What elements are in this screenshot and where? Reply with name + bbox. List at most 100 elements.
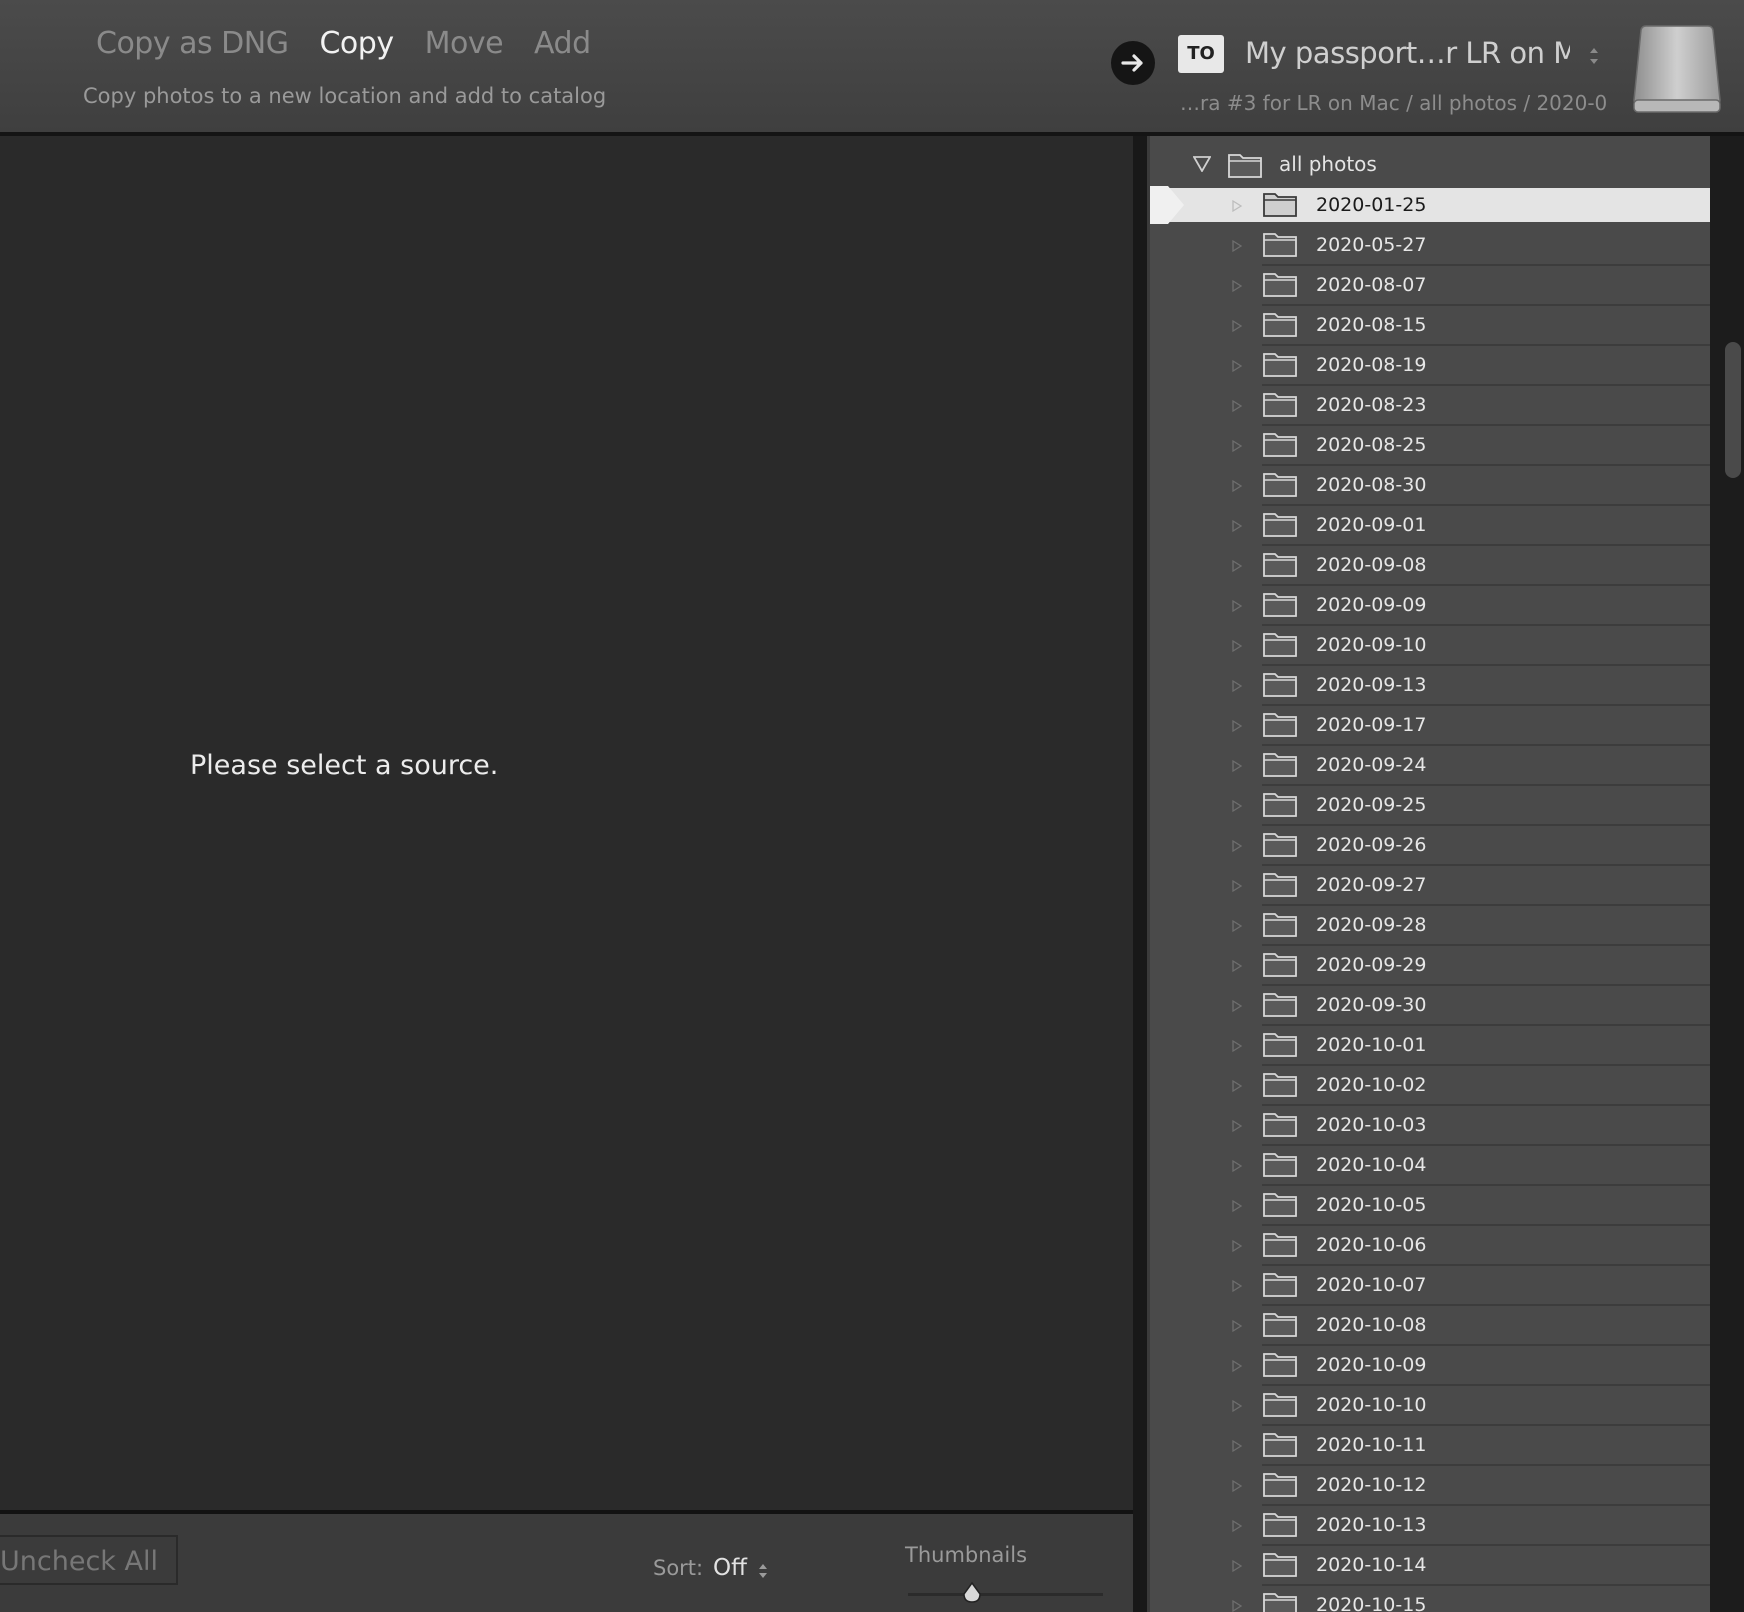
disclosure-triangle-closed-icon[interactable]	[1231, 1439, 1243, 1453]
folder-row[interactable]: 2020-09-25	[1150, 786, 1713, 826]
folder-row[interactable]: 2020-08-30	[1150, 466, 1713, 506]
thumbnail-size-slider[interactable]	[908, 1593, 1103, 1596]
folder-row[interactable]: 2020-09-28	[1150, 906, 1713, 946]
folder-row[interactable]: 2020-09-27	[1150, 866, 1713, 906]
folder-row[interactable]: 2020-10-05	[1150, 1186, 1713, 1226]
disclosure-triangle-closed-icon[interactable]	[1231, 559, 1243, 573]
disclosure-triangle-closed-icon[interactable]	[1231, 959, 1243, 973]
folder-panel-scrollbar[interactable]	[1710, 136, 1744, 1612]
disclosure-triangle-closed-icon[interactable]	[1231, 839, 1243, 853]
disclosure-triangle-closed-icon[interactable]	[1231, 1119, 1243, 1133]
mode-move[interactable]: Move	[425, 26, 504, 61]
folder-row[interactable]: 2020-09-17	[1150, 706, 1713, 746]
disclosure-triangle-closed-icon[interactable]	[1231, 399, 1243, 413]
mode-copy-as-dng[interactable]: Copy as DNG	[96, 26, 289, 61]
folder-row[interactable]: 2020-01-25	[1150, 186, 1713, 226]
folder-row[interactable]: 2020-09-10	[1150, 626, 1713, 666]
disclosure-triangle-closed-icon[interactable]	[1231, 279, 1243, 293]
external-drive-icon[interactable]	[1632, 22, 1722, 114]
folder-row[interactable]: 2020-10-02	[1150, 1066, 1713, 1106]
up-down-stepper-icon[interactable]	[1587, 44, 1601, 68]
folder-row[interactable]: 2020-05-27	[1150, 226, 1713, 266]
folder-label: 2020-10-04	[1316, 1154, 1427, 1176]
folder-label: 2020-08-19	[1316, 354, 1427, 376]
folder-row[interactable]: 2020-08-15	[1150, 306, 1713, 346]
up-down-stepper-icon[interactable]	[757, 1561, 769, 1581]
folder-row[interactable]: 2020-09-13	[1150, 666, 1713, 706]
uncheck-all-button[interactable]: Uncheck All	[0, 1535, 178, 1585]
mode-copy[interactable]: Copy	[319, 26, 394, 61]
disclosure-triangle-closed-icon[interactable]	[1231, 719, 1243, 733]
folder-root-all-photos[interactable]: all photos	[1150, 146, 1713, 186]
disclosure-triangle-closed-icon[interactable]	[1231, 999, 1243, 1013]
folder-icon	[1263, 1193, 1297, 1217]
disclosure-triangle-closed-icon[interactable]	[1231, 1599, 1243, 1612]
folder-row[interactable]: 2020-10-10	[1150, 1386, 1713, 1426]
disclosure-triangle-closed-icon[interactable]	[1231, 519, 1243, 533]
folder-row[interactable]: 2020-10-09	[1150, 1346, 1713, 1386]
disclosure-triangle-closed-icon[interactable]	[1231, 919, 1243, 933]
disclosure-triangle-closed-icon[interactable]	[1231, 1319, 1243, 1333]
disclosure-triangle-closed-icon[interactable]	[1231, 479, 1243, 493]
disclosure-triangle-closed-icon[interactable]	[1231, 199, 1243, 213]
slider-handle[interactable]	[962, 1581, 982, 1605]
disclosure-triangle-closed-icon[interactable]	[1231, 1399, 1243, 1413]
disclosure-triangle-closed-icon[interactable]	[1231, 439, 1243, 453]
folder-row[interactable]: 2020-08-07	[1150, 266, 1713, 306]
disclosure-triangle-closed-icon[interactable]	[1231, 1279, 1243, 1293]
folder-row[interactable]: 2020-08-19	[1150, 346, 1713, 386]
disclosure-triangle-closed-icon[interactable]	[1231, 239, 1243, 253]
folder-row[interactable]: 2020-10-12	[1150, 1466, 1713, 1506]
folder-row[interactable]: 2020-10-03	[1150, 1106, 1713, 1146]
folder-row[interactable]: 2020-10-15	[1150, 1586, 1713, 1612]
folder-row[interactable]: 2020-10-13	[1150, 1506, 1713, 1546]
disclosure-triangle-closed-icon[interactable]	[1231, 1559, 1243, 1573]
disclosure-triangle-closed-icon[interactable]	[1231, 799, 1243, 813]
folder-row[interactable]: 2020-10-06	[1150, 1226, 1713, 1266]
disclosure-triangle-closed-icon[interactable]	[1231, 1199, 1243, 1213]
folder-icon	[1263, 1033, 1297, 1057]
destination-selector[interactable]: My passport…r LR on Mac	[1245, 36, 1570, 70]
disclosure-triangle-closed-icon[interactable]	[1231, 1079, 1243, 1093]
disclosure-triangle-closed-icon[interactable]	[1231, 319, 1243, 333]
folder-row[interactable]: 2020-09-01	[1150, 506, 1713, 546]
disclosure-triangle-closed-icon[interactable]	[1231, 359, 1243, 373]
disclosure-triangle-closed-icon[interactable]	[1231, 759, 1243, 773]
folder-row[interactable]: 2020-10-11	[1150, 1426, 1713, 1466]
disclosure-triangle-closed-icon[interactable]	[1231, 879, 1243, 893]
disclosure-triangle-closed-icon[interactable]	[1231, 1039, 1243, 1053]
disclosure-triangle-closed-icon[interactable]	[1231, 1239, 1243, 1253]
folder-icon	[1263, 593, 1297, 617]
folder-row[interactable]: 2020-08-25	[1150, 426, 1713, 466]
import-mode-selector: Copy as DNG Copy Move Add	[96, 26, 591, 61]
folder-row[interactable]: 2020-09-30	[1150, 986, 1713, 1026]
folder-label: 2020-09-25	[1316, 794, 1427, 816]
disclosure-triangle-open-icon[interactable]	[1193, 156, 1211, 172]
disclosure-triangle-closed-icon[interactable]	[1231, 1159, 1243, 1173]
folder-icon	[1263, 793, 1297, 817]
folder-row[interactable]: 2020-09-09	[1150, 586, 1713, 626]
folder-row[interactable]: 2020-10-04	[1150, 1146, 1713, 1186]
folder-row[interactable]: 2020-09-29	[1150, 946, 1713, 986]
folder-row[interactable]: 2020-09-26	[1150, 826, 1713, 866]
folder-row[interactable]: 2020-08-23	[1150, 386, 1713, 426]
scrollbar-thumb[interactable]	[1725, 342, 1741, 478]
folder-row[interactable]: 2020-10-07	[1150, 1266, 1713, 1306]
disclosure-triangle-closed-icon[interactable]	[1231, 679, 1243, 693]
disclosure-triangle-closed-icon[interactable]	[1231, 1359, 1243, 1373]
disclosure-triangle-closed-icon[interactable]	[1231, 639, 1243, 653]
folder-label: 2020-10-09	[1316, 1354, 1427, 1376]
folder-row[interactable]: 2020-10-14	[1150, 1546, 1713, 1586]
mode-add[interactable]: Add	[534, 26, 591, 61]
disclosure-triangle-closed-icon[interactable]	[1231, 1479, 1243, 1493]
folder-row[interactable]: 2020-09-24	[1150, 746, 1713, 786]
folder-icon	[1263, 1233, 1297, 1257]
folder-row[interactable]: 2020-09-08	[1150, 546, 1713, 586]
folder-icon	[1263, 433, 1297, 457]
sort-select[interactable]: Off	[713, 1555, 747, 1581]
disclosure-triangle-closed-icon[interactable]	[1231, 599, 1243, 613]
folder-label: 2020-08-30	[1316, 474, 1427, 496]
disclosure-triangle-closed-icon[interactable]	[1231, 1519, 1243, 1533]
folder-row[interactable]: 2020-10-01	[1150, 1026, 1713, 1066]
folder-row[interactable]: 2020-10-08	[1150, 1306, 1713, 1346]
